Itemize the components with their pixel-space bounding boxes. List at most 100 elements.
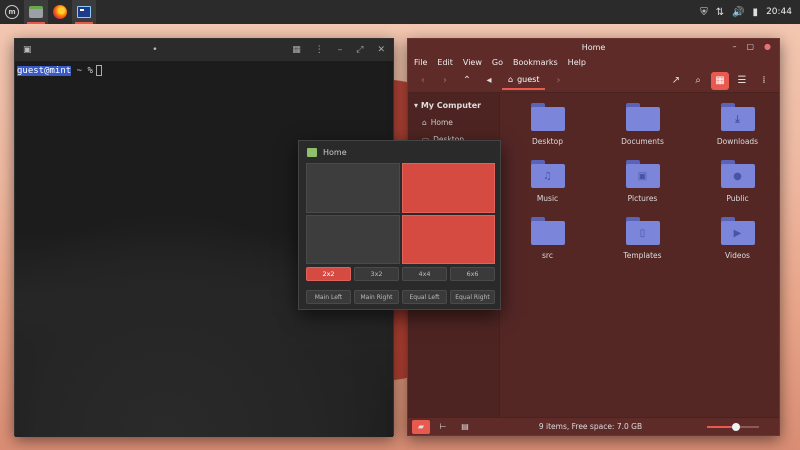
equal-right-button[interactable]: Equal Right	[450, 290, 495, 304]
folder-item[interactable]: ▯ Templates	[595, 217, 690, 260]
home-icon: ⌂	[422, 118, 427, 127]
folder-item[interactable]: ● Public	[690, 160, 785, 203]
clock[interactable]: 20:44	[766, 7, 792, 17]
breadcrumb-label: guest	[517, 75, 540, 84]
battery-icon[interactable]: ▮	[753, 7, 759, 18]
preset-2x2-button[interactable]: 2x2	[306, 267, 351, 281]
folder-icon: ▣	[625, 160, 660, 188]
back-button[interactable]: ‹	[414, 72, 432, 90]
toolbar: ‹ › ⌃ ◂ ⌂ guest › ↗ ⌕ ▦ ☰ ⁞	[408, 69, 779, 93]
statusbar: ▰ ⊢ ▤ 9 items, Free space: 7.0 GB	[408, 417, 779, 435]
menu-go[interactable]: Go	[492, 58, 503, 67]
folder-icon: ▶	[720, 217, 755, 245]
gtile-popup: Home 2x2 3x2 4x4 6x6 Main Left Main Right Equ…	[298, 140, 501, 310]
folder-label: Downloads	[716, 137, 759, 146]
sidebar-item-home[interactable]: ⌂ Home	[408, 114, 499, 131]
minimize-button[interactable]: –	[338, 45, 343, 55]
files-icon	[29, 6, 43, 18]
folder-item[interactable]: ▶ Videos	[690, 217, 785, 260]
menu-file[interactable]: File	[414, 58, 427, 67]
close-button[interactable]: ✕	[377, 45, 385, 55]
up-button[interactable]: ⌃	[458, 72, 476, 90]
folder-item[interactable]: ⤓ Downloads	[690, 103, 785, 146]
breadcrumb-right-button[interactable]: ›	[549, 72, 567, 90]
close-button[interactable]: ●	[764, 42, 771, 51]
maximize-button[interactable]: ▢	[746, 42, 754, 51]
forward-button[interactable]: ›	[436, 72, 454, 90]
list-view-button[interactable]: ☰	[733, 72, 751, 90]
folder-label: Music	[536, 194, 559, 203]
terminal-icon	[77, 6, 91, 18]
mint-menu-icon: m	[5, 5, 19, 19]
folder-item[interactable]: ♫ Music	[500, 160, 595, 203]
shield-icon[interactable]: ⛨	[700, 7, 708, 18]
window-title: Home	[581, 42, 606, 52]
firefox-launcher[interactable]	[48, 0, 72, 24]
folder-item[interactable]: Documents	[595, 103, 690, 146]
system-tray: ⛨ ⇅ 🔊 ▮ 20:44	[700, 7, 800, 18]
folder-item[interactable]: Desktop	[500, 103, 595, 146]
layout-actions: Main Left Main Right Equal Left Equal Right	[306, 290, 495, 304]
icon-view-button[interactable]: ▦	[711, 71, 729, 90]
hide-sidebar-button[interactable]: ▤	[456, 420, 474, 434]
files-launcher[interactable]	[24, 0, 48, 24]
zoom-slider[interactable]	[707, 422, 759, 431]
menu-help[interactable]: Help	[568, 58, 586, 67]
places-button[interactable]: ▰	[412, 419, 430, 434]
folder-icon	[530, 103, 565, 131]
search-button[interactable]: ⌕	[689, 72, 707, 90]
folder-item[interactable]: ▣ Pictures	[595, 160, 690, 203]
folder-label: Desktop	[532, 137, 563, 146]
file-manager-titlebar[interactable]: Home – ▢ ●	[408, 39, 779, 55]
folder-grid: Desktop Documents ⤓ Downloads ♫ Music ▣ Picture…	[500, 93, 779, 260]
tile-grid	[306, 163, 495, 264]
folder-label: Public	[726, 194, 749, 203]
zoom-knob[interactable]	[731, 422, 740, 431]
folder-label: src	[542, 251, 553, 260]
menu-button[interactable]: m	[0, 0, 24, 24]
minimize-button[interactable]: –	[732, 42, 736, 51]
folder-label: Documents	[621, 137, 664, 146]
terminal-launcher[interactable]	[72, 0, 96, 24]
tile-4[interactable]	[401, 214, 495, 264]
equal-left-button[interactable]: Equal Left	[402, 290, 447, 304]
status-text: 9 items, Free space: 7.0 GB	[538, 422, 643, 431]
text-cursor	[95, 65, 102, 76]
maximize-button[interactable]: ⤢	[356, 45, 363, 55]
tile-2[interactable]	[401, 163, 495, 213]
preset-3x2-button[interactable]: 3x2	[354, 267, 399, 281]
top-panel: m ⛨ ⇅ 🔊 ▮ 20:44	[0, 0, 800, 24]
menubar: File Edit View Go Bookmarks Help	[408, 55, 779, 69]
menu-edit[interactable]: Edit	[437, 58, 453, 67]
folder-icon	[530, 217, 565, 245]
open-terminal-button[interactable]: ↗	[667, 72, 685, 90]
volume-icon[interactable]: 🔊	[732, 7, 744, 18]
terminal-dot-icon: •	[152, 45, 158, 55]
file-view[interactable]: Desktop Documents ⤓ Downloads ♫ Music ▣ Picture…	[500, 93, 779, 417]
compact-view-button[interactable]: ⁞	[755, 72, 773, 90]
menu-bookmarks[interactable]: Bookmarks	[513, 58, 558, 67]
prompt-user-host: guest@mint	[17, 66, 72, 76]
menu-icon[interactable]: ⋮	[315, 45, 324, 55]
main-left-button[interactable]: Main Left	[306, 290, 351, 304]
gtile-title: Home	[323, 147, 347, 157]
terminal-titlebar[interactable]: ▣ • ▦ ⋮ – ⤢ ✕	[15, 39, 393, 61]
main-right-button[interactable]: Main Right	[354, 290, 399, 304]
breadcrumb-left-button[interactable]: ◂	[480, 72, 498, 90]
grid-icon[interactable]: ▦	[292, 45, 301, 55]
tile-3[interactable]	[306, 214, 400, 264]
terminal-icon: ▣	[23, 45, 32, 55]
tree-button[interactable]: ⊢	[434, 420, 452, 434]
folder-label: Pictures	[627, 194, 658, 203]
preset-6x6-button[interactable]: 6x6	[450, 267, 495, 281]
folder-icon: ♫	[530, 160, 565, 188]
sidebar-header[interactable]: ▾ My Computer	[408, 97, 499, 114]
preset-4x4-button[interactable]: 4x4	[402, 267, 447, 281]
folder-icon: ●	[720, 160, 755, 188]
menu-view[interactable]: View	[463, 58, 482, 67]
folder-item[interactable]: src	[500, 217, 595, 260]
tile-1[interactable]	[306, 163, 400, 213]
network-icon[interactable]: ⇅	[716, 7, 724, 18]
breadcrumb-home[interactable]: ⌂ guest	[502, 72, 546, 90]
home-icon: ⌂	[508, 75, 514, 84]
